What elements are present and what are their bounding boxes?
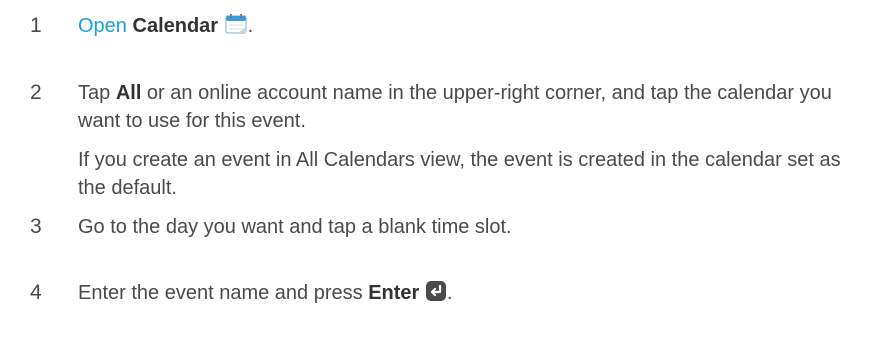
enter-key-icon <box>425 280 447 310</box>
step-3-number: 3 <box>30 215 42 238</box>
step-1-period: . <box>247 15 254 37</box>
step-1-number: 1 <box>30 14 42 37</box>
step-3-text: Go to the day you want and tap a blank t… <box>78 216 512 238</box>
step-2-note: If you create an event in All Calendars … <box>78 149 841 199</box>
calendar-icon <box>224 13 248 43</box>
enter-label: Enter <box>368 282 420 304</box>
open-link[interactable]: Open <box>78 15 127 37</box>
step-4-period: . <box>446 282 453 304</box>
step-2-number: 2 <box>30 81 42 104</box>
step-1-text: Open Calendar . <box>78 12 848 43</box>
instruction-document: 1 Open Calendar . 2 Tap All or an online… <box>0 0 871 356</box>
step-2-text: Tap All or an online account name in the… <box>78 79 848 135</box>
step-4-text: Enter the event name and press Enter . <box>78 279 848 310</box>
step-4-number: 4 <box>30 281 42 304</box>
step-2-rest: or an online account name in the upper-r… <box>78 82 832 132</box>
step-2-lead: Tap <box>78 82 116 104</box>
calendar-app-name: Calendar <box>132 15 219 37</box>
all-label: All <box>115 82 142 104</box>
step-4-lead: Enter the event name and press <box>78 282 369 304</box>
